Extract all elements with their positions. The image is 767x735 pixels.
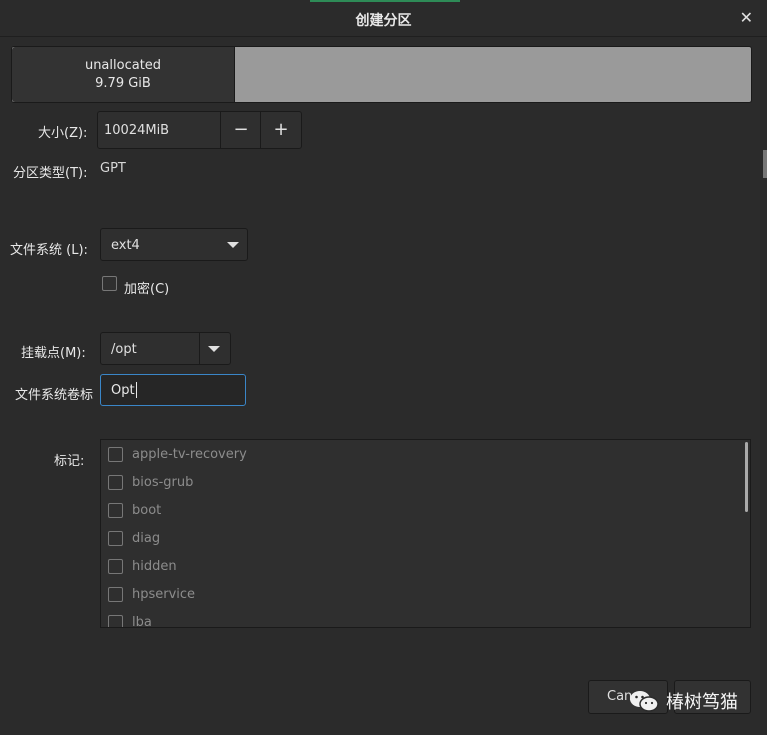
flag-row[interactable]: boot (101, 497, 741, 525)
flag-name: bios-grub (132, 475, 194, 490)
partition-type-label: 分区类型(T): (13, 166, 88, 181)
flag-name: diag (132, 531, 161, 546)
partition-bar: unallocated 9.79 GiB (11, 46, 752, 103)
size-spinbox[interactable]: 10024MiB − + (97, 111, 302, 149)
flags-scrollbar[interactable] (745, 442, 748, 512)
flag-checkbox[interactable] (108, 531, 123, 546)
close-icon[interactable]: ✕ (740, 8, 753, 27)
watermark-text: 椿树笃猫 (666, 692, 738, 713)
flag-name: boot (132, 503, 162, 518)
segment-name: unallocated (84, 58, 162, 73)
flag-name: hidden (132, 559, 177, 574)
flag-name: hpservice (132, 587, 196, 602)
flag-row[interactable]: hidden (101, 553, 741, 581)
combo-divider (199, 333, 200, 364)
fs-label-label: 文件系统卷标 (15, 388, 94, 403)
dialog-titlebar: 创建分区 ✕ (0, 0, 767, 37)
mount-point-combobox[interactable]: /opt (100, 332, 231, 365)
flag-name: apple-tv-recovery (132, 447, 247, 462)
flag-checkbox[interactable] (108, 503, 123, 518)
flag-row[interactable]: apple-tv-recovery (101, 441, 741, 469)
text-caret (136, 382, 137, 398)
flag-row[interactable]: lba (101, 609, 741, 628)
chevron-down-icon (227, 242, 239, 248)
flag-checkbox[interactable] (108, 447, 123, 462)
size-value[interactable]: 10024MiB (104, 123, 169, 138)
increase-size-button[interactable]: + (260, 112, 301, 148)
flag-checkbox[interactable] (108, 587, 123, 602)
flags-list[interactable]: apple-tv-recovery bios-grub boot diag hi… (100, 439, 751, 628)
fs-label-input[interactable]: Opt (100, 374, 246, 406)
size-label: 大小(Z): (38, 126, 88, 141)
flag-checkbox[interactable] (108, 559, 123, 574)
chevron-down-icon[interactable] (208, 346, 220, 352)
flag-row[interactable]: bios-grub (101, 469, 741, 497)
filesystem-label: 文件系统 (L): (10, 243, 88, 258)
unallocated-segment[interactable]: unallocated 9.79 GiB (12, 47, 235, 102)
titlebar-accent (310, 0, 460, 2)
flag-row[interactable]: hpservice (101, 581, 741, 609)
fs-label-value[interactable]: Opt (111, 383, 135, 398)
dialog-title: 创建分区 (355, 13, 412, 29)
flag-name: lba (132, 615, 152, 628)
flags-label: 标记: (54, 454, 85, 469)
encrypt-checkbox[interactable] (102, 276, 117, 291)
partition-type-value: GPT (100, 161, 126, 176)
decrease-size-button[interactable]: − (220, 112, 261, 148)
flag-checkbox[interactable] (108, 615, 123, 627)
filesystem-value: ext4 (111, 238, 140, 253)
wechat-icon (630, 691, 659, 712)
filesystem-select[interactable]: ext4 (100, 228, 248, 261)
window-scrollbar[interactable] (763, 150, 767, 178)
encrypt-label[interactable]: 加密(C) (124, 278, 169, 297)
mount-point-label: 挂载点(M): (21, 346, 86, 361)
flag-row[interactable]: diag (101, 525, 741, 553)
segment-size: 9.79 GiB (95, 76, 151, 91)
mount-point-value[interactable]: /opt (111, 342, 137, 357)
flag-checkbox[interactable] (108, 475, 123, 490)
